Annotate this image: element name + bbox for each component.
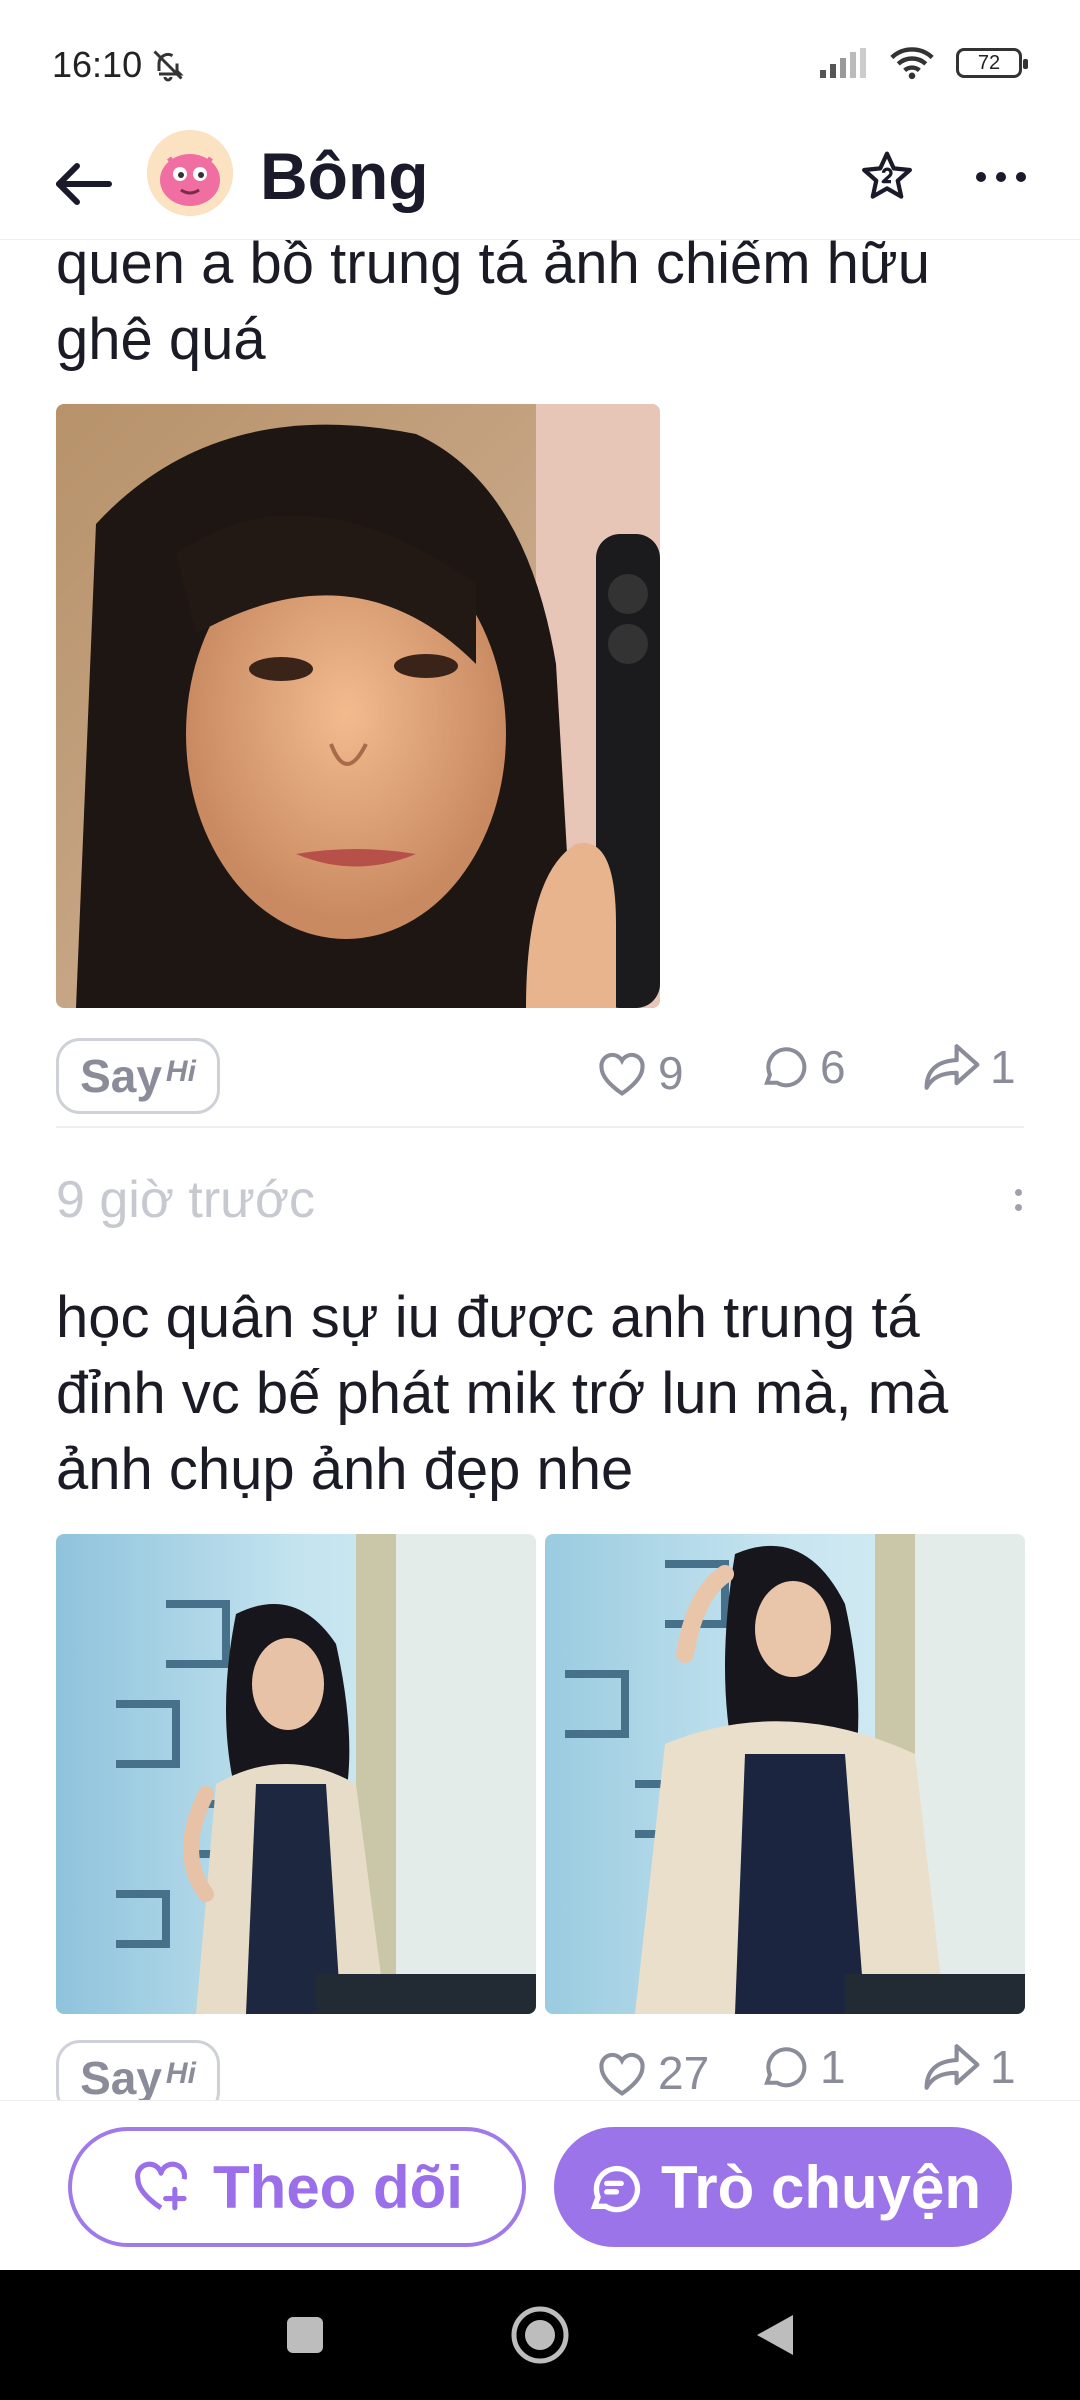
post-text: quen a bồ trung tá ảnh chiếm hữu ghê quá [56,240,930,372]
comment-count: 1 [820,2041,846,2093]
signal-icon [820,48,866,78]
post-feed[interactable]: quen a bồ trung tá ảnh chiếm hữu ghê quá [0,240,1080,2100]
comment-button[interactable]: 1 [758,2040,846,2094]
heart-icon [599,2052,645,2096]
post-photo[interactable] [56,1534,536,2014]
post-timestamp: 9 giờ trước [56,1171,316,1229]
favorite-button[interactable] [852,142,922,212]
dot [1014,1189,1022,1196]
girl-photo-2 [545,1534,1025,2014]
system-nav-bar [0,2270,1080,2400]
share-count: 1 [990,1041,1016,1093]
back-arrow-icon [56,163,112,205]
back-button[interactable] [52,152,116,216]
share-arrow-icon [924,2044,980,2090]
share-count: 1 [990,2041,1016,2093]
share-button[interactable]: 1 [922,2040,1016,2094]
post-photo[interactable] [56,404,660,1008]
girl-photo-1 [56,1534,536,2014]
say-hi-say: Say [80,1050,162,1102]
battery-level: 72 [977,51,1001,74]
avatar[interactable] [147,130,233,216]
say-hi-say: Say [80,2052,162,2100]
say-hi-hi: Hi [165,1055,196,1088]
post-photo[interactable] [545,1534,1025,2014]
say-hi-hi: Hi [165,2057,196,2090]
status-time: 16:10 [52,44,186,86]
share-button[interactable]: 1 [922,1040,1016,1094]
comment-button[interactable]: 6 [758,1040,846,1094]
bottom-action-bar: Theo dõi Trò chuyện [0,2100,1080,2270]
back-triangle-icon [757,2315,793,2355]
pink-monster-avatar-icon [147,130,233,216]
like-count: 27 [658,2047,710,2099]
like-count: 9 [658,1047,684,1099]
mute-bell-icon [153,50,184,82]
say-hi-button[interactable]: Say Hi [56,1038,220,1114]
like-button[interactable]: 9 [594,1046,684,1100]
heart-icon [599,1052,645,1096]
like-button[interactable]: 27 [594,2046,709,2100]
post-more-button[interactable] [1006,1175,1030,1225]
profile-name: Bông [260,139,429,213]
post-text: học quân sự iu được anh trung tá đỉnh vc… [56,1285,949,1502]
follow-button[interactable]: Theo dõi [68,2127,526,2247]
chat-button[interactable]: Trò chuyện [554,2127,1012,2247]
selfie-photo [56,404,660,1008]
more-options-button[interactable] [966,142,1036,212]
chat-bubble-icon [590,2165,641,2213]
back-nav-button[interactable] [740,2300,810,2370]
battery-indicator: 72 [956,48,1028,78]
post-divider [56,1126,1024,1128]
share-arrow-icon [924,1044,980,1090]
clock-text: 16:10 [52,44,143,85]
star-badge-icon [862,151,912,199]
comment-bubble-icon [764,1047,807,1088]
dot [1014,1204,1022,1211]
status-bar: 16:10 72 [0,0,1080,130]
status-icons: 72 [820,46,1028,80]
comment-bubble-icon [764,2047,807,2088]
comment-count: 6 [820,1041,846,1093]
profile-header: Bông [0,130,1080,240]
home-circle-icon [511,2306,569,2364]
home-button[interactable] [505,2300,575,2370]
recents-square-icon [287,2317,323,2353]
say-hi-button[interactable]: Say Hi [56,2040,220,2100]
more-horizontal-icon [976,172,1026,182]
heart-plus-icon [135,2161,188,2211]
follow-label: Theo dõi [213,2153,463,2221]
chat-label: Trò chuyện [660,2153,982,2221]
recents-button[interactable] [270,2300,340,2370]
wifi-icon [890,47,934,80]
